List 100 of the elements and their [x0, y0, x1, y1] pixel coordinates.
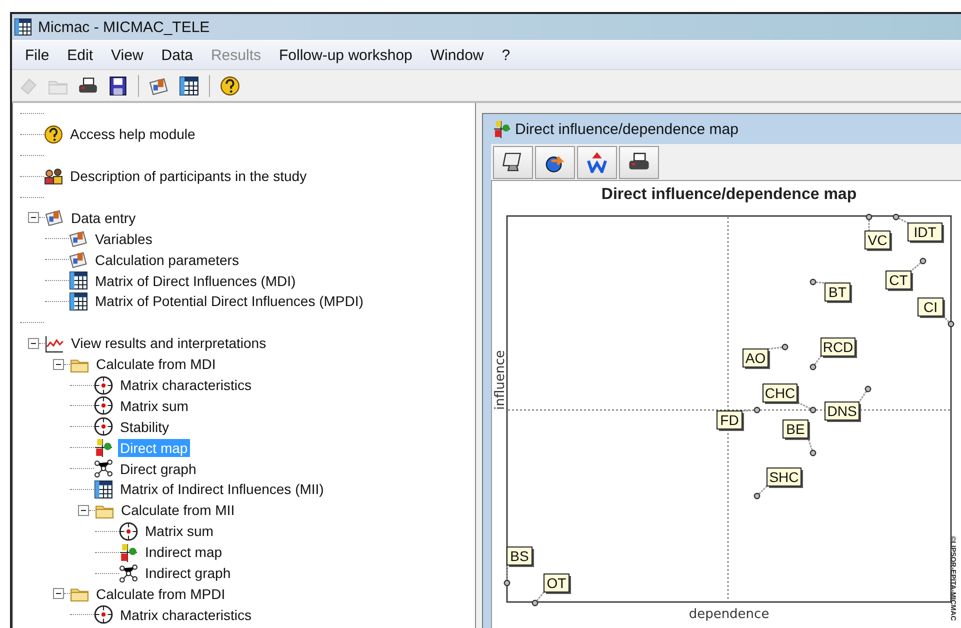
tree-item[interactable]: Calculation parameters [93, 250, 241, 269]
menu-item[interactable]: Window [421, 46, 493, 64]
y-axis-label: influence [493, 350, 508, 410]
tree-item[interactable]: Matrix of Indirect Influences (MII) [118, 480, 326, 498]
menu-item[interactable]: ? [492, 46, 520, 64]
point-label: FD [716, 410, 744, 431]
target-icon [94, 396, 113, 416]
leader-line [756, 485, 768, 497]
point-label: BE [782, 420, 810, 440]
graph-icon [94, 459, 113, 478]
tree-item[interactable]: Description of participants in the study [68, 167, 309, 186]
grid-icon [94, 480, 113, 499]
tree-item[interactable]: Matrix characteristics [118, 606, 254, 624]
data-point [864, 386, 872, 392]
point-label: BS [506, 546, 534, 567]
data-point [866, 214, 872, 220]
tree-item[interactable]: Matrix sum [143, 522, 216, 540]
card-icon [69, 250, 88, 270]
point-label: CHC [762, 384, 799, 404]
data-point [810, 278, 816, 286]
menu-item[interactable]: View [102, 46, 152, 64]
leader-line [910, 260, 924, 272]
menu-item[interactable]: Edit [58, 46, 102, 64]
x-axis-label: dependence [688, 607, 770, 622]
data-point [532, 600, 538, 606]
data-point [948, 320, 954, 328]
leader-line [942, 315, 952, 325]
data-point [754, 406, 760, 414]
target-icon [94, 417, 113, 436]
line-chart-icon [45, 334, 64, 353]
grid-icon [69, 271, 88, 290]
data-point [504, 580, 510, 586]
leader-line [506, 565, 508, 583]
target-icon [94, 376, 113, 395]
data-point [810, 364, 816, 370]
target-icon [94, 605, 113, 624]
quadrant-icon [119, 542, 138, 562]
window-title: Micmac - MICMAC_TELE [38, 18, 210, 36]
collapse-toggle[interactable] [28, 338, 39, 349]
menu-item[interactable]: Data [152, 46, 202, 64]
point-label: CI [918, 298, 945, 318]
tree-item[interactable]: Data entry [69, 208, 138, 227]
tree-item[interactable]: Variables [93, 230, 154, 248]
grid-icon [14, 18, 32, 36]
leader-line [858, 388, 869, 402]
quadrant-icon [493, 120, 511, 138]
tree-item[interactable]: Matrix of Direct Influences (MDI) [93, 272, 298, 290]
point-label: CT [886, 270, 913, 291]
tree-item[interactable]: Indirect map [143, 543, 224, 562]
tree-item[interactable]: Indirect graph [143, 564, 233, 582]
point-label: OT [544, 574, 571, 594]
menu-item[interactable]: Follow-up workshop [270, 46, 422, 64]
point-label: IDT [908, 222, 944, 243]
grid-icon [69, 292, 88, 311]
data-point [810, 450, 816, 456]
leader-line [812, 356, 822, 368]
tree-item[interactable]: Calculate from MPDI [94, 584, 228, 603]
toolbar-button[interactable] [535, 146, 575, 178]
help-icon [44, 124, 63, 144]
help-icon[interactable] [220, 76, 240, 96]
data-point [754, 492, 760, 500]
tree-item[interactable]: Matrix of Potential Direct Influences (MPDI) [93, 292, 366, 310]
tree-item[interactable]: Matrix sum [118, 396, 190, 415]
leader-line [896, 216, 908, 224]
tree-item[interactable]: Stability [118, 418, 172, 436]
data-point [810, 406, 816, 414]
point-label: AO [742, 348, 770, 369]
data-point [892, 214, 900, 220]
leader-line [868, 217, 870, 231]
tree-item[interactable]: Direct graph [118, 460, 198, 478]
printer-icon[interactable] [78, 76, 98, 96]
menu-item[interactable]: File [16, 46, 58, 64]
toolbar-button[interactable] [493, 146, 533, 178]
point-label: SHC [766, 468, 803, 488]
grid-icon[interactable] [179, 76, 199, 96]
tree-item[interactable]: Calculate from MII [119, 501, 237, 520]
tree-item[interactable]: Matrix characteristics [118, 376, 254, 394]
collapse-toggle[interactable] [53, 588, 64, 600]
target-icon [119, 522, 138, 541]
data-point [782, 344, 788, 350]
leader-line [796, 401, 814, 411]
toolbar-button[interactable] [619, 146, 659, 178]
leader-line [534, 592, 545, 604]
people-icon [44, 166, 63, 186]
data-point [920, 258, 926, 264]
tree-item[interactable]: Calculate from MDI [94, 355, 218, 374]
quadrant-icon [94, 438, 113, 458]
point-label: VC [864, 230, 892, 251]
point-label: RCD [820, 338, 857, 358]
tree-item[interactable]: View results and interpretations [69, 334, 268, 352]
collapse-toggle[interactable] [28, 212, 39, 224]
child-window-title: Direct influence/dependence map [515, 120, 738, 138]
collapse-toggle[interactable] [53, 358, 64, 370]
tree-item[interactable]: Access help module [68, 125, 198, 144]
letter-arrow-icon [586, 151, 608, 173]
monitor-icon [502, 151, 524, 173]
point-label: BT [824, 282, 852, 303]
point-label: DNS [824, 402, 861, 422]
collapse-toggle[interactable] [78, 504, 89, 516]
chart-title: Direct influence/dependence map [601, 186, 857, 203]
